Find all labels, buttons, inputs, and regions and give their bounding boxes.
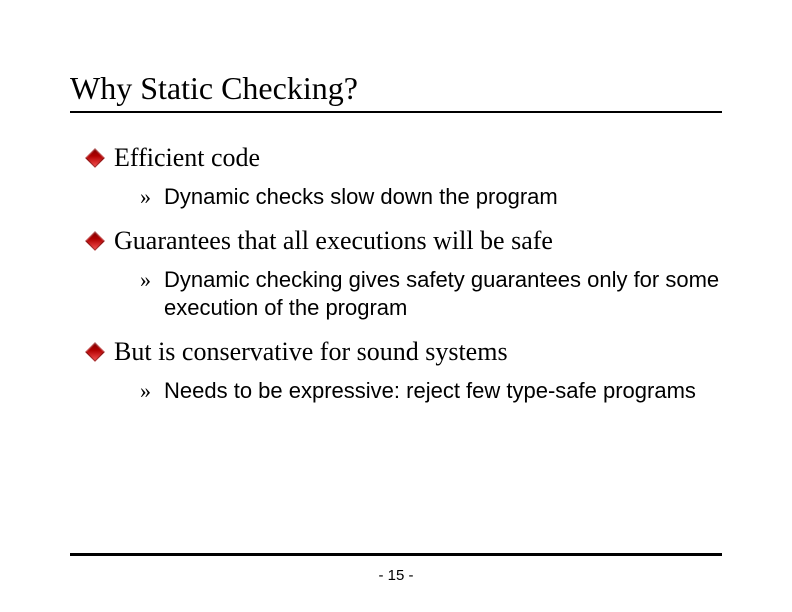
sub-item: » Needs to be expressive: reject few typ… xyxy=(140,377,722,405)
slide-title: Why Static Checking? xyxy=(70,70,722,107)
diamond-bullet-icon xyxy=(85,342,105,362)
sub-list: » Dynamic checking gives safety guarante… xyxy=(114,266,722,321)
bullet-item: Guarantees that all executions will be s… xyxy=(88,224,722,321)
bullet-text: Efficient code xyxy=(114,143,260,172)
raquo-bullet-icon: » xyxy=(140,266,151,294)
sub-text: Dynamic checking gives safety guarantees… xyxy=(164,267,719,320)
sub-item: » Dynamic checks slow down the program xyxy=(140,183,722,211)
bullet-item: Efficient code » Dynamic checks slow dow… xyxy=(88,141,722,210)
sub-item: » Dynamic checking gives safety guarante… xyxy=(140,266,722,321)
page-number: - 15 - xyxy=(0,567,792,584)
sub-list: » Needs to be expressive: reject few typ… xyxy=(114,377,722,405)
raquo-bullet-icon: » xyxy=(140,377,151,405)
footer-rule xyxy=(70,553,722,556)
sub-text: Needs to be expressive: reject few type-… xyxy=(164,378,696,403)
bullet-text: But is conservative for sound systems xyxy=(114,337,508,366)
bullet-item: But is conservative for sound systems » … xyxy=(88,335,722,404)
title-underline xyxy=(70,111,722,113)
sub-text: Dynamic checks slow down the program xyxy=(164,184,558,209)
bullet-list: Efficient code » Dynamic checks slow dow… xyxy=(70,141,722,404)
bullet-text: Guarantees that all executions will be s… xyxy=(114,226,553,255)
sub-list: » Dynamic checks slow down the program xyxy=(114,183,722,211)
diamond-bullet-icon xyxy=(85,231,105,251)
slide: Why Static Checking? Efficient code » Dy… xyxy=(0,0,792,404)
raquo-bullet-icon: » xyxy=(140,183,151,211)
diamond-bullet-icon xyxy=(85,148,105,168)
